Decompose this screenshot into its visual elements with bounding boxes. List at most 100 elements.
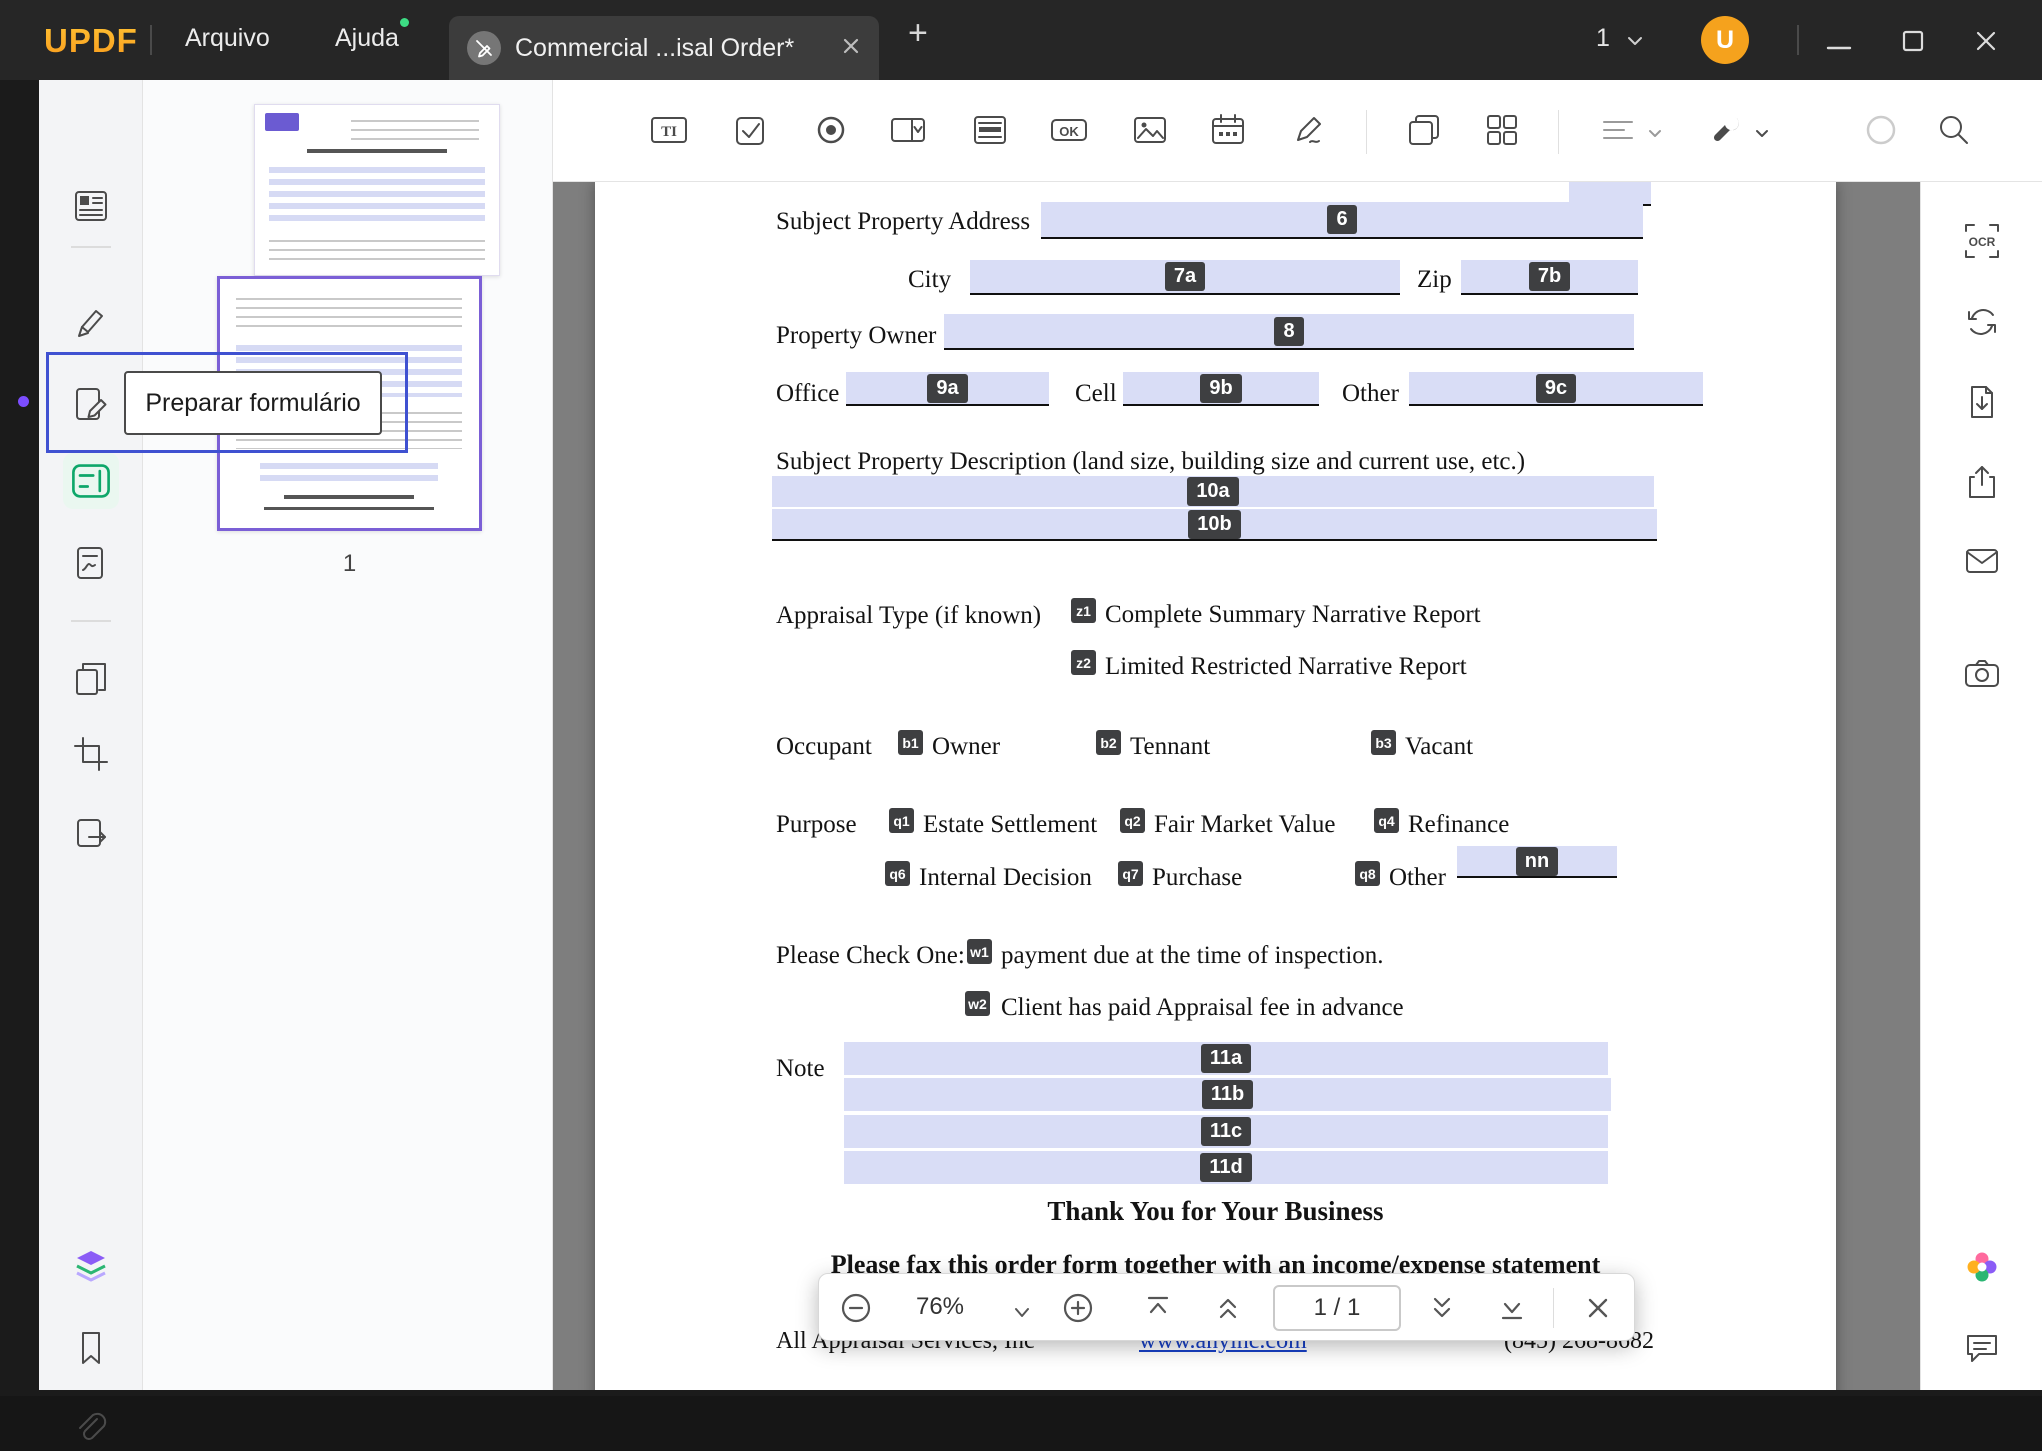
field-description-b[interactable]: 10b <box>772 509 1657 541</box>
label-cell: Cell <box>1075 380 1117 407</box>
zoom-out-icon[interactable] <box>839 1291 873 1325</box>
checkbox-tag[interactable]: q6 <box>885 861 910 886</box>
checkbox-tag[interactable]: b1 <box>898 730 923 755</box>
thumb-lines-2 <box>269 233 485 267</box>
align-fields-tool[interactable] <box>1594 106 1642 154</box>
checkbox-tag[interactable]: b2 <box>1096 730 1121 755</box>
field-purpose-other[interactable]: nn <box>1457 846 1617 878</box>
docs-chevron-down-icon[interactable] <box>1626 34 1644 52</box>
field-office[interactable]: 9a <box>846 372 1049 406</box>
page-thumbnail-top[interactable] <box>254 104 500 276</box>
user-avatar[interactable]: U <box>1701 16 1749 64</box>
checkbox-tag[interactable]: z2 <box>1071 650 1096 675</box>
document-tab[interactable]: Commercial ...isal Order* <box>449 16 879 80</box>
label-check-one: Please Check One: <box>776 942 965 969</box>
screenshot-camera-icon[interactable] <box>1960 652 2004 696</box>
feedback-chat-icon[interactable] <box>1960 1326 2004 1370</box>
checkbox-tag[interactable]: q7 <box>1118 861 1143 886</box>
annotate-icon[interactable] <box>69 301 113 345</box>
updf-ai-flower-icon[interactable] <box>1960 1245 2004 1289</box>
checkbox-tag[interactable]: q4 <box>1374 808 1399 833</box>
label-purpose-purchase: Purchase <box>1152 864 1243 891</box>
zoom-chevron-down-icon[interactable] <box>1005 1296 1039 1330</box>
document-viewport[interactable]: Subject Property Address 6 City 7a Zip 7… <box>553 182 1920 1390</box>
checkbox-tag[interactable]: q8 <box>1355 861 1380 886</box>
radio-button-tool[interactable] <box>807 106 855 154</box>
zoom-in-icon[interactable] <box>1061 1291 1095 1325</box>
search-icon[interactable] <box>1930 106 1978 154</box>
mail-icon[interactable] <box>1960 539 2004 583</box>
field-subject-property-address[interactable]: 6 <box>1041 202 1643 239</box>
field-description-a[interactable]: 10a <box>772 476 1654 507</box>
close-zoombar-icon[interactable] <box>1581 1291 1615 1325</box>
thumbnail-page-number: 1 <box>342 550 357 577</box>
zoom-level[interactable]: 76% <box>903 1293 977 1321</box>
compress-icon[interactable] <box>1960 380 2004 424</box>
open-docs-count[interactable]: 1 <box>1596 24 1610 53</box>
checkbox-tag[interactable]: w2 <box>965 991 990 1016</box>
tools-chevron-icon[interactable] <box>1755 126 1769 144</box>
convert-icon[interactable] <box>1960 300 2004 344</box>
bookmarks-icon[interactable] <box>69 1326 113 1370</box>
checkbox-tag[interactable]: q2 <box>1120 808 1145 833</box>
field-cell[interactable]: 9b <box>1123 372 1319 406</box>
image-field-tool[interactable] <box>1126 106 1174 154</box>
organize-pages-icon[interactable] <box>69 657 113 701</box>
minimize-button[interactable] <box>1826 38 1852 56</box>
duplicate-fields-tool[interactable] <box>1400 106 1448 154</box>
signature-field-tool[interactable] <box>1286 106 1334 154</box>
previous-page-icon[interactable] <box>1211 1291 1245 1325</box>
field-note-d[interactable]: 11d <box>844 1151 1608 1184</box>
field-other-phone[interactable]: 9c <box>1409 372 1703 406</box>
checkbox-tag[interactable]: b3 <box>1371 730 1396 755</box>
layout-grid-tool[interactable] <box>1478 106 1526 154</box>
tab-close-icon[interactable] <box>841 36 861 61</box>
label-zip: Zip <box>1417 266 1452 293</box>
go-last-page-icon[interactable] <box>1495 1291 1529 1325</box>
push-button-tool[interactable]: OK <box>1045 106 1093 154</box>
label-other-phone: Other <box>1342 380 1399 407</box>
attachments-icon[interactable] <box>69 1407 113 1451</box>
field-note-b[interactable]: 11b <box>844 1078 1611 1111</box>
thumb-logo <box>265 113 299 131</box>
prepare-form-icon[interactable] <box>63 453 119 509</box>
form-tools-menu[interactable] <box>1701 106 1749 154</box>
checkbox-tag[interactable]: q1 <box>889 808 914 833</box>
window-left-edge <box>0 80 39 1396</box>
layers-icon[interactable] <box>69 1244 113 1288</box>
align-chevron-icon[interactable] <box>1648 126 1662 144</box>
checkbox-tool[interactable] <box>726 106 774 154</box>
field-city[interactable]: 7a <box>970 260 1400 295</box>
list-box-tool[interactable] <box>966 106 1014 154</box>
go-first-page-icon[interactable] <box>1141 1291 1175 1325</box>
text-field-tool[interactable]: TI <box>645 106 693 154</box>
title-bar: UPDF Arquivo Ajuda Commercial ...isal Or… <box>0 0 2042 80</box>
new-tab-button[interactable]: + <box>908 14 928 53</box>
convert-export-icon[interactable] <box>69 813 113 857</box>
field-note-c[interactable]: 11c <box>844 1115 1608 1148</box>
close-window-button[interactable] <box>1974 29 1998 58</box>
label-city: City <box>908 266 952 293</box>
next-page-icon[interactable] <box>1425 1291 1459 1325</box>
ocr-icon[interactable]: OCR <box>1960 219 2004 263</box>
label-purpose-other: Other <box>1389 864 1446 891</box>
status-circle-icon <box>1857 106 1905 154</box>
field-note-a[interactable]: 11a <box>844 1042 1608 1075</box>
label-check-one-a: payment due at the time of inspection. <box>1001 942 1384 969</box>
menu-ajuda[interactable]: Ajuda <box>335 24 399 53</box>
maximize-button[interactable] <box>1901 29 1925 58</box>
checkbox-tag[interactable]: z1 <box>1071 598 1096 623</box>
fill-sign-icon[interactable] <box>69 541 113 585</box>
field-property-owner[interactable]: 8 <box>944 314 1634 350</box>
date-field-tool[interactable] <box>1204 106 1252 154</box>
dropdown-tool[interactable] <box>884 106 932 154</box>
page-thumbnails-icon[interactable] <box>69 184 113 228</box>
checkbox-tag[interactable]: w1 <box>967 939 992 964</box>
menu-arquivo[interactable]: Arquivo <box>185 24 270 53</box>
share-icon[interactable] <box>1960 461 2004 505</box>
field-zip[interactable]: 7b <box>1461 260 1638 295</box>
crop-pages-icon[interactable] <box>69 732 113 776</box>
label-description: Subject Property Description (land size,… <box>776 448 1526 475</box>
page-indicator[interactable]: 1 / 1 <box>1273 1285 1401 1331</box>
label-office: Office <box>776 380 840 407</box>
